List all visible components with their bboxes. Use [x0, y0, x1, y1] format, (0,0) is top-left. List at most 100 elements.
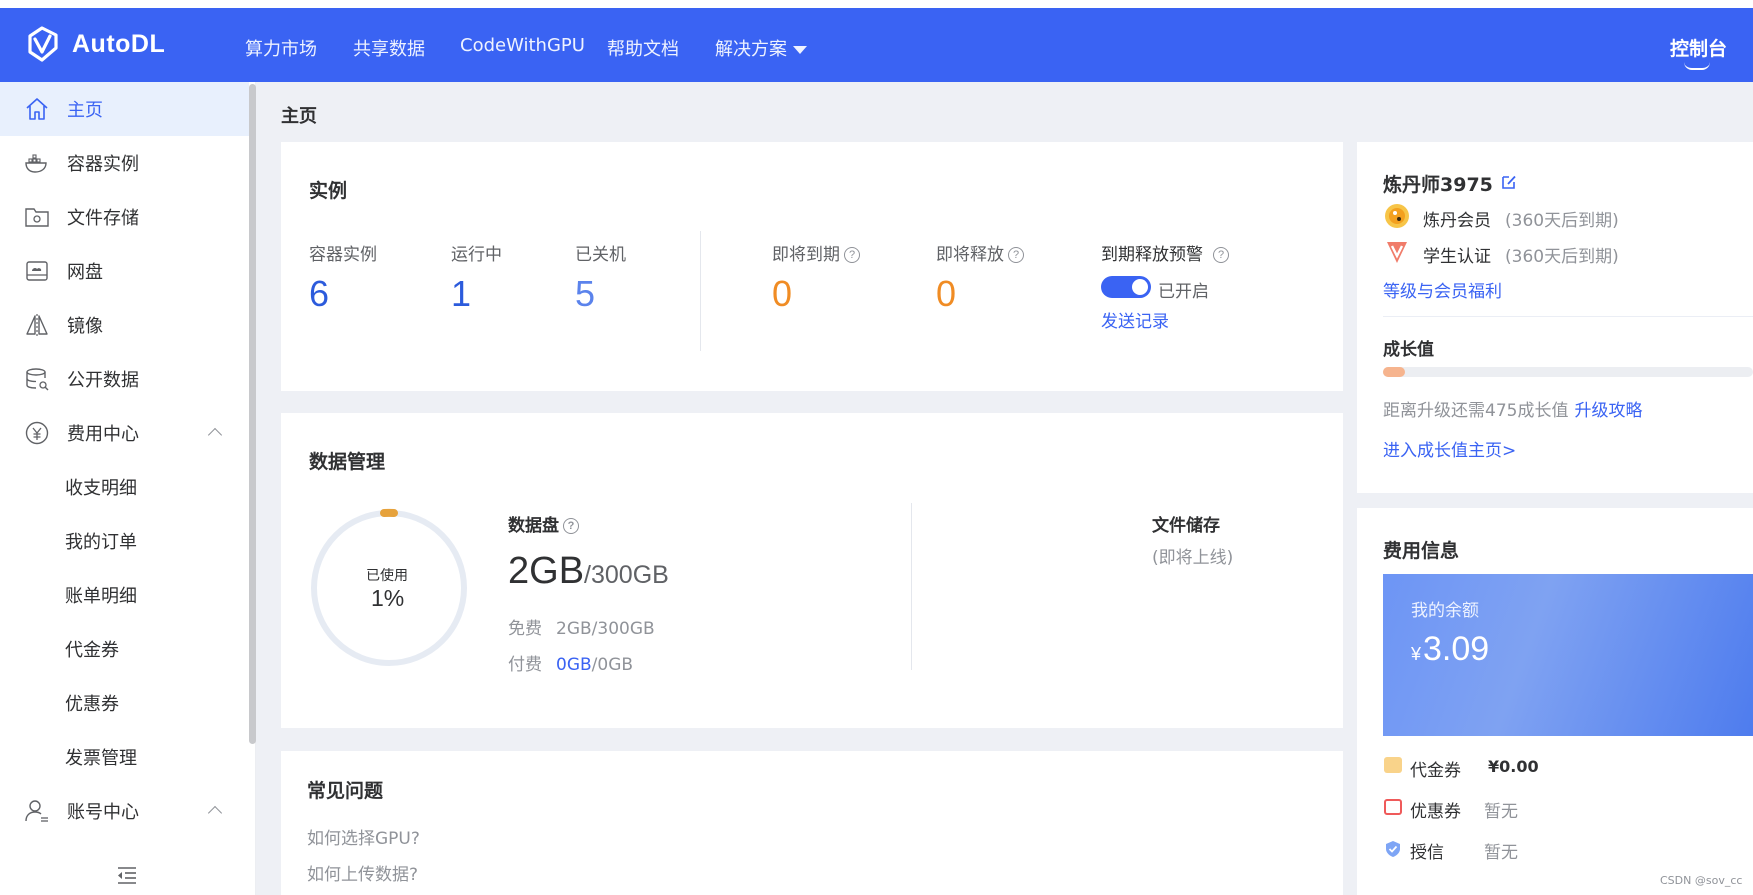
- paid-quota: 付费 0GB/0GB: [508, 650, 633, 675]
- user-icon: [25, 800, 48, 822]
- coupon-label: 优惠券: [1410, 802, 1461, 822]
- sidebar-item-label: 代金券: [65, 640, 119, 661]
- data-disk-total: /300GB: [584, 561, 669, 589]
- student-verified-badge-icon: [1387, 242, 1407, 263]
- console-button[interactable]: 控制台: [1670, 34, 1727, 61]
- sidebar-item-transactions[interactable]: 收支明细: [0, 460, 249, 514]
- nav-solutions[interactable]: 解决方案: [715, 35, 807, 61]
- sidebar-item-label: 文件存储: [67, 208, 139, 229]
- faq-card: [281, 751, 1343, 895]
- release-alert-label: 到期释放预警?: [1101, 240, 1229, 265]
- sidebar-item-invoices[interactable]: 发票管理: [0, 730, 249, 784]
- sidebar-item-public-data[interactable]: 公开数据: [0, 352, 249, 406]
- releasing-value[interactable]: 0: [936, 273, 956, 315]
- faq-item-upload-data[interactable]: 如何上传数据?: [307, 860, 418, 885]
- nav-shared-data[interactable]: 共享数据: [353, 35, 425, 61]
- data-management-title: 数据管理: [309, 451, 386, 473]
- free-quota-value: 2GB/300GB: [556, 619, 655, 639]
- usage-percent: 1%: [371, 585, 405, 611]
- chevron-up-icon: [207, 805, 223, 821]
- sidebar-scrollbar[interactable]: [249, 84, 256, 744]
- student-expiry: (360天后到期): [1505, 247, 1619, 267]
- file-storage-label: 文件储存: [1152, 516, 1220, 536]
- help-icon[interactable]: ?: [1008, 247, 1024, 263]
- credit-value: 暂无: [1484, 843, 1518, 863]
- sidebar-item-file-storage[interactable]: 文件存储: [0, 190, 249, 244]
- autodl-logo-icon: [28, 26, 58, 62]
- sidebar-item-vouchers[interactable]: 代金券: [0, 622, 249, 676]
- growth-progress-fill: [1383, 367, 1406, 377]
- nav-help-docs[interactable]: 帮助文档: [607, 35, 679, 61]
- nav-compute-market[interactable]: 算力市场: [245, 35, 317, 61]
- paid-quota-label: 付费: [508, 655, 542, 675]
- credit-label: 授信: [1410, 843, 1444, 863]
- shield-icon: [1386, 841, 1400, 857]
- releasing-label: 即将释放?: [936, 240, 1024, 265]
- sidebar-item-label: 容器实例: [67, 154, 139, 175]
- sidebar-item-images[interactable]: 镜像: [0, 298, 249, 352]
- free-quota: 免费 2GB/300GB: [508, 614, 655, 639]
- sidebar-item-label: 主页: [67, 100, 103, 121]
- data-disk-label: 数据盘?: [508, 511, 579, 536]
- instances-divider: [700, 231, 701, 351]
- brand-logo[interactable]: AutoDL: [24, 26, 165, 62]
- student-label: 学生认证: [1423, 247, 1491, 267]
- help-icon[interactable]: ?: [844, 247, 860, 263]
- help-icon[interactable]: ?: [563, 518, 579, 534]
- sidebar-item-coupons[interactable]: 优惠券: [0, 676, 249, 730]
- nav-solutions-label: 解决方案: [715, 39, 787, 60]
- data-disk-label-text: 数据盘: [508, 516, 559, 536]
- faq-item-choose-gpu[interactable]: 如何选择GPU?: [307, 824, 420, 849]
- growth-progress-bar: [1383, 367, 1753, 377]
- alchemy-member-badge-icon: [1385, 204, 1409, 228]
- sidebar-item-label: 镜像: [67, 316, 103, 337]
- profile-divider: [1383, 316, 1753, 317]
- database-icon: [26, 368, 49, 391]
- sidebar-item-containers[interactable]: 容器实例: [0, 136, 249, 190]
- coupon-value: 暂无: [1484, 802, 1518, 822]
- voucher-icon: [1384, 757, 1402, 773]
- release-alert-status: 已开启: [1158, 282, 1209, 302]
- release-alert-label-text: 到期释放预警: [1101, 245, 1203, 265]
- faq-title: 常见问题: [307, 780, 384, 802]
- running-count-value[interactable]: 1: [451, 273, 471, 315]
- sidebar-item-label: 公开数据: [67, 370, 139, 391]
- paid-quota-used[interactable]: 0GB: [556, 655, 592, 675]
- sidebar-item-bills[interactable]: 账单明细: [0, 568, 249, 622]
- growth-home-link[interactable]: 进入成长值主页>: [1383, 436, 1516, 461]
- edit-icon[interactable]: [1500, 173, 1518, 191]
- nav-codewithgpu[interactable]: CodeWithGPU: [460, 35, 585, 56]
- sidebar-item-label: 收支明细: [65, 478, 137, 499]
- expiring-value[interactable]: 0: [772, 273, 792, 315]
- send-record-link[interactable]: 发送记录: [1101, 307, 1169, 332]
- username: 炼丹师3975: [1383, 174, 1493, 196]
- usage-used-label: 已使用: [366, 568, 408, 584]
- data-divider: [911, 503, 912, 670]
- help-icon[interactable]: ?: [1213, 247, 1229, 263]
- release-alert-toggle[interactable]: [1101, 276, 1151, 298]
- sidebar-item-home[interactable]: 主页: [0, 82, 249, 136]
- instances-card: [281, 142, 1343, 391]
- sidebar-item-orders[interactable]: 我的订单: [0, 514, 249, 568]
- stopped-count-value[interactable]: 5: [575, 273, 595, 315]
- sidebar-item-label: 账单明细: [65, 586, 137, 607]
- docker-icon: [25, 154, 47, 173]
- sidebar-item-netdisk[interactable]: 网盘: [0, 244, 249, 298]
- collapse-sidebar-icon[interactable]: [116, 866, 138, 886]
- growth-guide-link[interactable]: 升级攻略: [1574, 401, 1642, 421]
- console-underline-icon: [1684, 62, 1710, 70]
- sidebar-item-label: 我的订单: [65, 532, 137, 553]
- sidebar-item-fee-center[interactable]: 费用中心: [0, 406, 249, 460]
- sidebar-item-label: 发票管理: [65, 748, 137, 769]
- sidebar-item-account-center[interactable]: 账号中心: [0, 784, 249, 838]
- balance-amount: ¥3.09: [1411, 630, 1489, 669]
- page-title: 主页: [281, 106, 317, 127]
- balance-value: 3.09: [1423, 630, 1490, 668]
- caret-down-icon: [793, 46, 807, 54]
- container-count-value[interactable]: 6: [309, 273, 329, 315]
- home-icon: [26, 98, 48, 120]
- stopped-count-label: 已关机: [575, 245, 626, 265]
- benefits-link[interactable]: 等级与会员福利: [1383, 277, 1502, 302]
- member-expiry: (360天后到期): [1505, 211, 1619, 231]
- free-quota-label: 免费: [508, 619, 542, 639]
